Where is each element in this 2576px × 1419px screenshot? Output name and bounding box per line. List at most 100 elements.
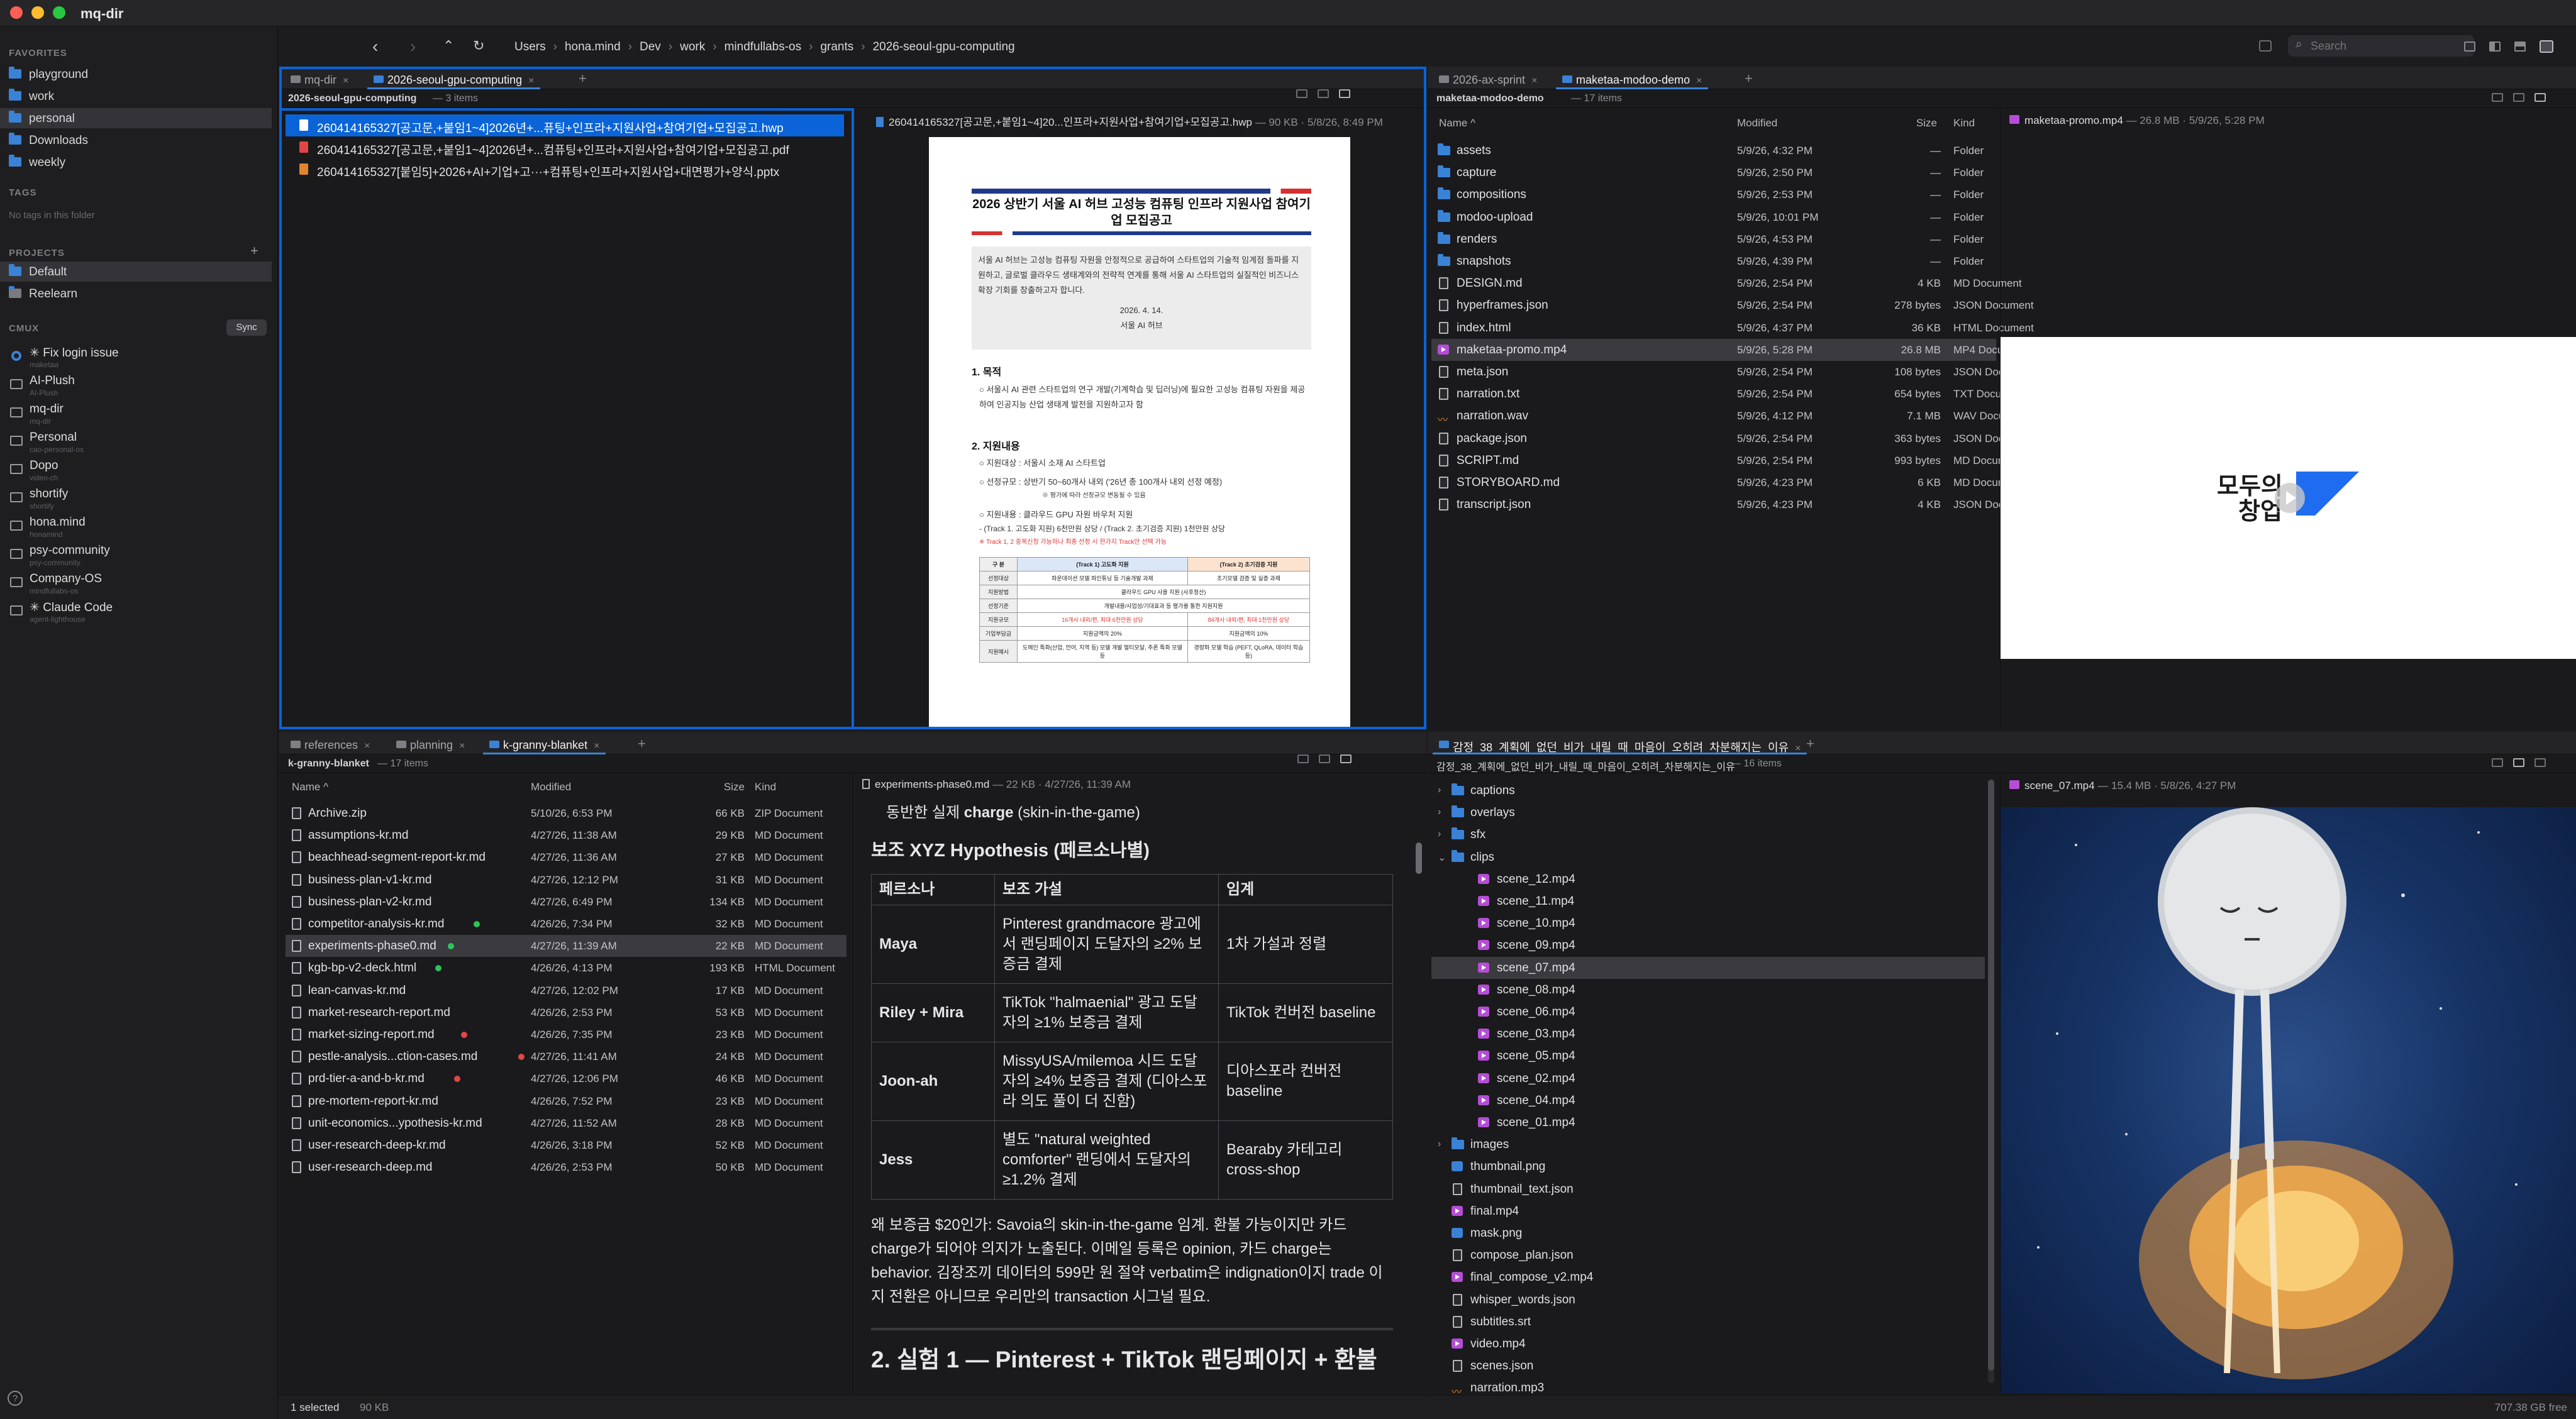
file-row[interactable]: beachhead-segment-report-kr.md 4/27/26, 1… <box>286 846 847 868</box>
tree-row[interactable]: scene_01.mp4 <box>1431 1112 1985 1134</box>
file-row[interactable]: compositions 5/9/26, 2:53 PM — Folder <box>1431 184 1996 206</box>
cmux-session-item[interactable]: shortify shortify <box>0 485 272 512</box>
disclosure-chevron-icon[interactable]: ⌄ <box>1438 851 1446 864</box>
tab-k-granny-blanket[interactable]: k-granny-blanket × <box>483 736 606 754</box>
file-row[interactable]: kgb-bp-v2-deck.html 4/26/26, 4:13 PM 193 K… <box>286 957 847 979</box>
add-tab-button[interactable]: + <box>579 70 587 87</box>
file-row[interactable]: experiments-phase0.md 4/27/26, 11:39 AM 22… <box>286 935 847 958</box>
file-row[interactable]: modoo-upload 5/9/26, 10:01 PM — Folder <box>1431 206 1996 228</box>
add-tab-button[interactable]: + <box>1806 736 1814 752</box>
play-button[interactable] <box>2275 483 2305 513</box>
cmux-session-item[interactable]: Company-OS mindfullabs-os <box>0 570 272 597</box>
tree-row[interactable]: thumbnail_text.json <box>1431 1178 1985 1200</box>
file-row[interactable]: 260414165327[공고문,+붙임1~4]2026년+...컴퓨팅+인프라… <box>286 136 844 158</box>
file-row[interactable]: lean-canvas-kr.md 4/27/26, 12:02 PM 17 KB M… <box>286 980 847 1002</box>
tab-references[interactable]: references × <box>284 736 376 754</box>
tree-row[interactable]: scene_09.mp4 <box>1431 934 1985 956</box>
scrollbar-track[interactable] <box>1988 780 1994 1383</box>
view-preview-icon[interactable] <box>1340 754 1352 763</box>
cmux-session-item[interactable]: Personal cao-personal-os <box>0 428 272 456</box>
close-tab-icon[interactable]: × <box>594 741 599 751</box>
tree-row[interactable]: scene_10.mp4 <box>1431 912 1985 934</box>
view-columns-icon[interactable] <box>1318 89 1329 98</box>
column-name[interactable]: Name ^ <box>1439 117 1475 136</box>
scrollbar-thumb[interactable] <box>1416 842 1422 874</box>
scrollbar-thumb[interactable] <box>1988 780 1994 1371</box>
tree-row[interactable]: scene_11.mp4 <box>1431 890 1985 912</box>
file-row[interactable]: unit-economics...ypothesis-kr.md 4/27/26,… <box>286 1112 847 1134</box>
breadcrumb-item[interactable]: 2026-seoul-gpu-computing <box>873 40 1015 53</box>
file-row[interactable]: STORYBOARD.md 5/9/26, 4:23 PM 6 KB MD Docum… <box>1431 472 2022 494</box>
sidebar-item-weekly[interactable]: weekly <box>0 152 272 172</box>
file-row[interactable]: prd-tier-a-and-b-kr.md 4/27/26, 12:06 PM 4… <box>286 1068 847 1090</box>
view-preview-icon[interactable] <box>1339 89 1350 98</box>
up-icon[interactable]: ⌃ <box>443 38 454 54</box>
tree-row[interactable]: scene_05.mp4 <box>1431 1045 1985 1067</box>
file-row[interactable]: competitor-analysis-kr.md 4/26/26, 7:34 P… <box>286 913 847 935</box>
tree-row[interactable]: scene_03.mp4 <box>1431 1023 1985 1045</box>
file-row[interactable]: assets 5/9/26, 4:32 PM — Folder <box>1431 140 1996 162</box>
file-row[interactable]: renders 5/9/26, 4:53 PM — Folder <box>1431 228 1996 250</box>
sidebar-item-work[interactable]: work <box>0 86 272 106</box>
column-kind[interactable]: Kind <box>755 781 776 800</box>
breadcrumb-item[interactable]: Users <box>514 40 546 53</box>
close-tab-icon[interactable]: × <box>1531 75 1537 86</box>
search-field[interactable]: ⌕ <box>2288 35 2474 57</box>
view-list-icon[interactable] <box>2492 758 2503 767</box>
add-project-button[interactable]: + <box>250 243 258 259</box>
layout-split-vertical-icon[interactable] <box>2489 41 2501 52</box>
disclosure-chevron-icon[interactable]: › <box>1438 807 1441 818</box>
sidebar-item-playground[interactable]: playground <box>0 64 272 84</box>
file-row[interactable]: user-research-deep-kr.md 4/26/26, 3:18 PM… <box>286 1134 847 1156</box>
tree-row[interactable]: ⌄ clips <box>1431 846 1985 868</box>
project-reelearn[interactable]: Reelearn <box>0 284 272 304</box>
tab-current-folder[interactable]: 감정_38_계획에_없던_비가_내릴_때_마음이_오히려_차분해지는_이유 × <box>1433 736 1807 754</box>
cmux-session-item[interactable]: ✳ Fix login issue maketaa <box>0 343 272 371</box>
tree-row[interactable]: final_compose_v2.mp4 <box>1431 1266 1985 1288</box>
cmux-session-item[interactable]: psy-community psy-community <box>0 541 272 569</box>
file-row[interactable]: pestle-analysis...ction-cases.md 4/27/26,… <box>286 1046 847 1068</box>
tree-row[interactable]: whisper_words.json <box>1431 1289 1985 1311</box>
file-row[interactable]: meta.json 5/9/26, 2:54 PM 108 bytes JSON Do… <box>1431 361 2034 383</box>
tree-row[interactable]: scenes.json <box>1431 1355 1985 1377</box>
view-columns-icon[interactable] <box>1319 754 1330 763</box>
file-row[interactable]: market-research-report.md 4/26/26, 2:53 P… <box>286 1002 847 1024</box>
file-row[interactable]: hyperframes.json 5/9/26, 2:54 PM 278 bytes… <box>1431 294 2034 316</box>
file-row[interactable]: index.html 5/9/26, 4:37 PM 36 KB HTML Docum… <box>1431 317 2034 339</box>
column-modified[interactable]: Modified <box>531 781 571 800</box>
file-row[interactable]: package.json 5/9/26, 2:54 PM 363 bytes JSON… <box>1431 428 2034 450</box>
disclosure-chevron-icon[interactable]: › <box>1438 785 1441 796</box>
zoom-window-button[interactable] <box>53 6 65 19</box>
cmux-session-item[interactable]: ✳ Claude Code agent-lighthouse <box>0 598 272 626</box>
tree-row[interactable]: scene_06.mp4 <box>1431 1001 1985 1023</box>
project-default[interactable]: Default <box>0 262 272 282</box>
breadcrumb-item[interactable]: work <box>680 40 705 53</box>
column-name[interactable]: Name ^ <box>292 781 328 800</box>
layout-split-horizontal-icon[interactable] <box>2514 41 2526 52</box>
file-row[interactable]: pre-mortem-report-kr.md 4/26/26, 7:52 PM 2… <box>286 1090 847 1112</box>
tree-row[interactable]: 〰 narration.mp3 <box>1431 1377 1985 1393</box>
view-columns-icon[interactable] <box>2513 758 2524 767</box>
file-row[interactable]: narration.txt 5/9/26, 2:54 PM 654 bytes TXT… <box>1431 383 2025 405</box>
file-row[interactable]: 260414165327[공고문,+붙임1~4]2026년+...퓨팅+인프라+… <box>286 114 844 136</box>
close-tab-icon[interactable]: × <box>343 75 348 86</box>
view-list-icon[interactable] <box>2492 93 2503 102</box>
tree-row[interactable]: scene_12.mp4 <box>1431 868 1985 890</box>
video-player[interactable]: 모두의 창업 <box>2001 337 2576 659</box>
disclosure-chevron-icon[interactable]: › <box>1438 829 1441 840</box>
add-tab-button[interactable]: + <box>1745 70 1753 87</box>
forward-icon[interactable]: › <box>410 36 416 57</box>
add-tab-button[interactable]: + <box>638 736 646 752</box>
close-tab-icon[interactable]: × <box>459 741 465 751</box>
file-row[interactable]: 〰 narration.wav 5/9/26, 4:12 PM 7.1 MB WAV D… <box>1431 405 2028 427</box>
help-icon[interactable]: ? <box>8 1391 23 1406</box>
tree-row[interactable]: video.mp4 <box>1431 1333 1985 1355</box>
breadcrumb-item[interactable]: hona.mind <box>565 40 621 53</box>
search-input[interactable] <box>2311 38 2462 54</box>
close-window-button[interactable] <box>10 6 23 19</box>
tree-row[interactable]: › images <box>1431 1134 1985 1156</box>
tree-row[interactable]: final.mp4 <box>1431 1200 1985 1222</box>
close-tab-icon[interactable]: × <box>1696 75 1702 86</box>
view-list-icon[interactable] <box>1296 89 1307 98</box>
back-icon[interactable]: ‹ <box>372 36 378 57</box>
